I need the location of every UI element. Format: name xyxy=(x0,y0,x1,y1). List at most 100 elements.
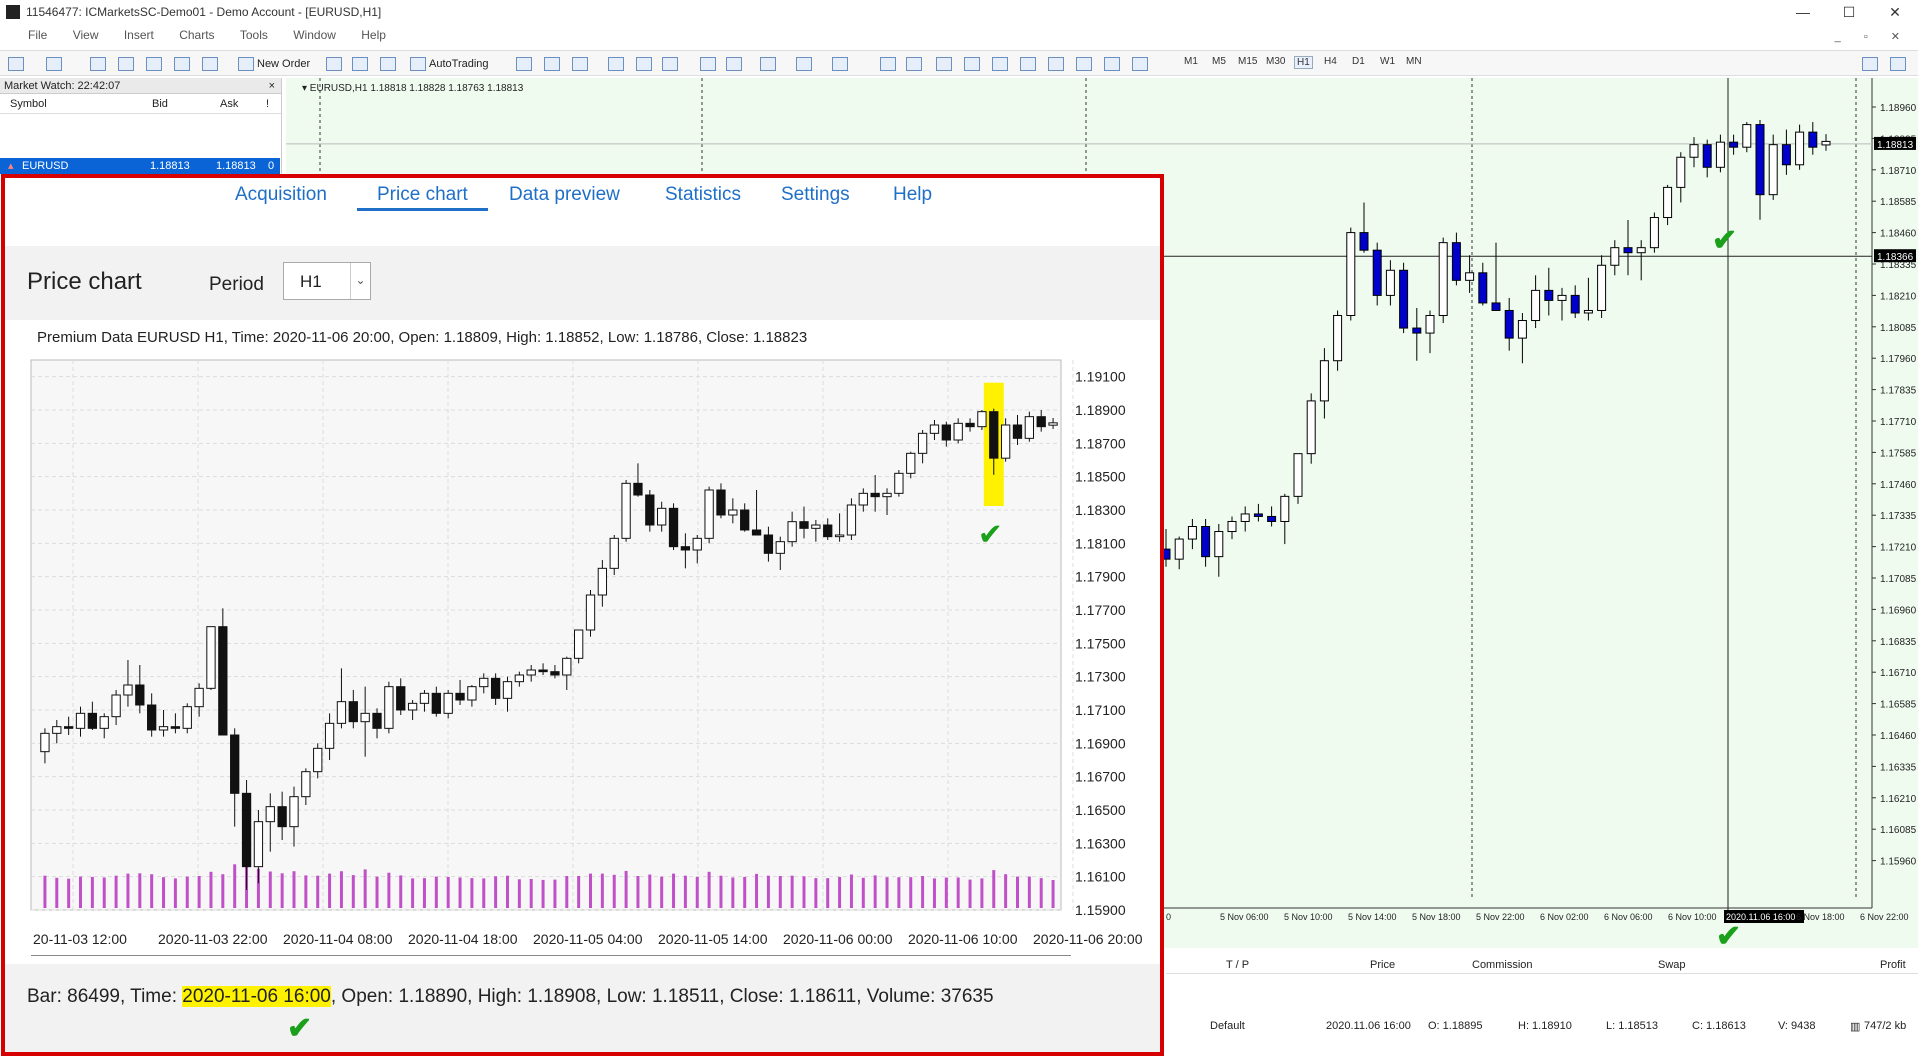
candle-body xyxy=(502,681,513,699)
market-watch-button[interactable] xyxy=(90,55,109,73)
terminal-button[interactable] xyxy=(174,55,193,73)
new-order-icon xyxy=(238,57,254,72)
terminal-col-tp[interactable]: T / P xyxy=(1226,959,1249,971)
new-order-button[interactable]: New Order xyxy=(238,55,310,73)
status-profile[interactable]: Default xyxy=(1210,1020,1245,1032)
autotrading-button[interactable]: AutoTrading xyxy=(410,55,489,73)
candle-body xyxy=(324,722,335,749)
metaeditor-button[interactable] xyxy=(326,55,345,73)
mt-candle-body xyxy=(1544,289,1554,301)
mt-candle-body xyxy=(1253,513,1263,517)
bar-chart-button[interactable] xyxy=(516,55,535,73)
menu-file[interactable]: File xyxy=(28,28,47,42)
y-tick-label: 1.18500 xyxy=(1075,469,1126,485)
period-select[interactable]: H1 ⌄ xyxy=(283,262,371,300)
menu-insert[interactable]: Insert xyxy=(124,28,154,42)
bar-info: Bar: 86499, Time: 2020-11-06 16:00, Open… xyxy=(27,986,994,1008)
zoom-in-button[interactable] xyxy=(608,55,627,73)
price-label: 1.17960 xyxy=(1880,354,1917,365)
trendline-button[interactable] xyxy=(992,55,1011,73)
mt-candle-body xyxy=(1689,144,1699,158)
arrows-button[interactable] xyxy=(1132,55,1151,73)
x-tick-label: 2020-11-04 18:00 xyxy=(408,931,518,947)
terminal-col-swap[interactable]: Swap xyxy=(1658,959,1686,971)
new-chart-button[interactable] xyxy=(8,55,27,73)
tf-mn[interactable]: MN xyxy=(1406,56,1422,67)
mt-chart-header: ▾ EURUSD,H1 1.18818 1.18828 1.18763 1.18… xyxy=(302,83,524,94)
y-tick-label: 1.16900 xyxy=(1075,735,1126,751)
terminal-col-profit[interactable]: Profit xyxy=(1880,959,1906,971)
tab-statistics[interactable]: Statistics xyxy=(665,184,741,206)
vertical-line-button[interactable] xyxy=(936,55,955,73)
chevron-down-icon[interactable]: ⌄ xyxy=(350,263,370,299)
premium-chart-area[interactable]: Premium Data EURUSD H1, Time: 2020-11-06… xyxy=(5,320,1160,957)
terminal-col-price[interactable]: Price xyxy=(1370,959,1395,971)
vps-button[interactable] xyxy=(380,55,399,73)
cursor-button[interactable] xyxy=(880,55,899,73)
menu-tools[interactable]: Tools xyxy=(240,28,268,42)
tab-price-chart[interactable]: Price chart xyxy=(357,184,488,211)
chat-button[interactable] xyxy=(1890,55,1909,73)
price-label: 1.18960 xyxy=(1880,103,1917,114)
periods-button[interactable] xyxy=(796,55,815,73)
tf-w1[interactable]: W1 xyxy=(1380,56,1395,67)
x-tick-label: 2020-11-06 10:00 xyxy=(908,931,1018,947)
crosshair-button[interactable] xyxy=(906,55,925,73)
col-flag[interactable]: ! xyxy=(266,94,269,114)
tf-m30[interactable]: M30 xyxy=(1266,56,1285,67)
candle-body xyxy=(633,482,643,496)
chart-shift-button[interactable] xyxy=(726,55,745,73)
line-chart-button[interactable] xyxy=(572,55,591,73)
text-button[interactable] xyxy=(1076,55,1095,73)
tab-settings[interactable]: Settings xyxy=(781,184,850,206)
new-chart-icon xyxy=(8,57,24,72)
close-button[interactable]: ✕ xyxy=(1872,0,1918,24)
tab-acquisition[interactable]: Acquisition xyxy=(235,184,327,206)
signals-button[interactable] xyxy=(352,55,371,73)
market-watch-close-button[interactable]: × xyxy=(269,78,275,94)
mt-candle-body xyxy=(1333,314,1343,362)
mt-candle-body xyxy=(1451,242,1461,281)
mdi-controls[interactable]: _ ▫ ✕ xyxy=(1835,30,1910,43)
menu-charts[interactable]: Charts xyxy=(179,28,214,42)
candle-body xyxy=(467,686,477,701)
autoscroll-button[interactable] xyxy=(700,55,719,73)
col-bid[interactable]: Bid xyxy=(152,94,168,114)
tf-m15[interactable]: M15 xyxy=(1238,56,1257,67)
y-tick-label: 1.18900 xyxy=(1075,402,1126,418)
market-watch-row[interactable]: ▴ EURUSD 1.18813 1.18813 0 xyxy=(0,158,280,174)
data-window-button[interactable] xyxy=(146,55,165,73)
menu-view[interactable]: View xyxy=(73,28,99,42)
navigator-button[interactable] xyxy=(118,55,137,73)
tab-help[interactable]: Help xyxy=(893,184,932,206)
tf-h4[interactable]: H4 xyxy=(1324,56,1337,67)
tf-d1[interactable]: D1 xyxy=(1352,56,1365,67)
profiles-button[interactable] xyxy=(46,55,65,73)
tab-data-preview[interactable]: Data preview xyxy=(509,184,620,206)
y-tick-label: 1.17100 xyxy=(1075,702,1126,718)
col-symbol[interactable]: Symbol xyxy=(10,94,47,114)
tf-m5[interactable]: M5 xyxy=(1212,56,1226,67)
tf-h1[interactable]: H1 xyxy=(1294,56,1313,69)
check-mark-icon: ✔ xyxy=(1716,920,1742,953)
channel-button[interactable] xyxy=(1020,55,1039,73)
tester-button[interactable] xyxy=(202,55,221,73)
terminal-col-commission[interactable]: Commission xyxy=(1472,959,1533,971)
tf-m1[interactable]: M1 xyxy=(1184,56,1198,67)
text-label-button[interactable] xyxy=(1104,55,1123,73)
col-ask[interactable]: Ask xyxy=(220,94,238,114)
indicators-button[interactable] xyxy=(760,55,779,73)
menu-help[interactable]: Help xyxy=(361,28,386,42)
horizontal-line-button[interactable] xyxy=(964,55,983,73)
candle-chart-button[interactable] xyxy=(544,55,563,73)
minimize-button[interactable]: — xyxy=(1780,0,1826,24)
templates-button[interactable] xyxy=(832,55,851,73)
mt-candle-body xyxy=(1425,314,1435,334)
tile-windows-button[interactable] xyxy=(662,55,681,73)
search-button[interactable] xyxy=(1862,55,1881,73)
maximize-button[interactable]: ☐ xyxy=(1826,0,1872,24)
zoom-out-button[interactable] xyxy=(636,55,655,73)
candle-body xyxy=(455,692,465,701)
fibonacci-button[interactable] xyxy=(1048,55,1067,73)
menu-window[interactable]: Window xyxy=(293,28,336,42)
